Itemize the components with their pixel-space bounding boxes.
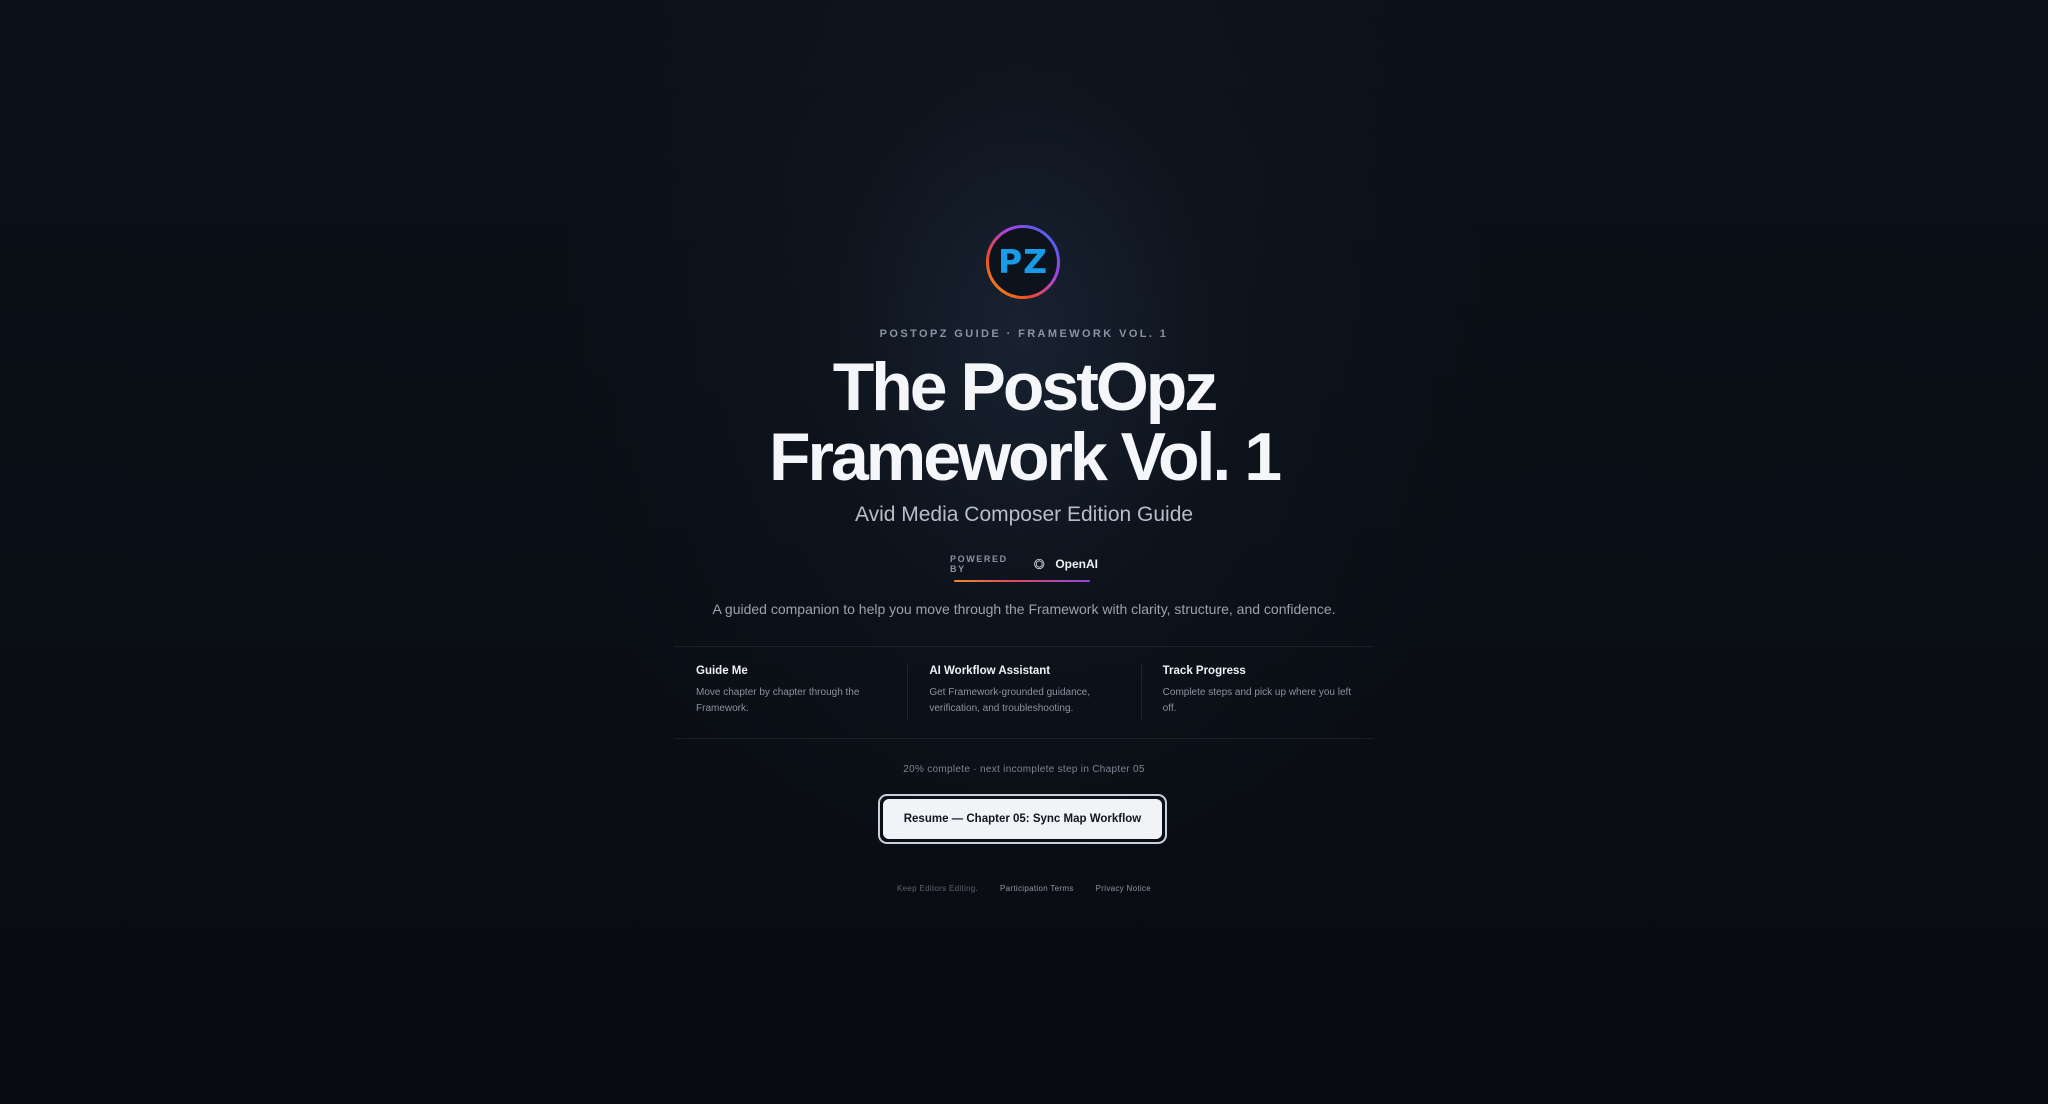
- openai-icon: [1033, 558, 1045, 570]
- powered-by-label: POWERED BY: [950, 554, 1008, 574]
- feature-description: Complete steps and pick up where you lef…: [1162, 687, 1352, 714]
- powered-by: POWERED BY OpenAI: [950, 553, 1098, 575]
- page-title: The PostOpz Framework Vol. 1: [0, 352, 2048, 492]
- resume-button-focus-ring: Resume — Chapter 05: Sync Map Workflow: [878, 794, 1167, 844]
- progress-status: 20% complete · next incomplete step in C…: [903, 764, 1145, 775]
- feature-track-progress: Track Progress Complete steps and pick u…: [1140, 648, 1374, 738]
- feature-description: Move chapter by chapter through the Fram…: [696, 687, 860, 714]
- landing-page: PZ POSTOPZ GUIDE · FRAMEWORK VOL. 1 The …: [0, 0, 2048, 1104]
- eyebrow-label: POSTOPZ GUIDE · FRAMEWORK VOL. 1: [879, 328, 1169, 340]
- feature-title: Track Progress: [1162, 665, 1246, 677]
- page-subtitle: Avid Media Composer Edition Guide: [854, 503, 1194, 526]
- pz-logo: PZ: [985, 224, 1061, 300]
- intro-description: A guided companion to help you move thro…: [712, 601, 1336, 617]
- divider-top: [674, 646, 1374, 647]
- feature-ai-workflow-assistant: AI Workflow Assistant Get Framework-grou…: [907, 648, 1140, 738]
- footer: Keep Editors Editing. Participation Term…: [0, 884, 2048, 893]
- feature-guide-me: Guide Me Move chapter by chapter through…: [674, 648, 907, 738]
- logo-text: PZ: [997, 242, 1049, 281]
- feature-list: Guide Me Move chapter by chapter through…: [674, 648, 1374, 738]
- footer-tagline: Keep Editors Editing.: [897, 884, 979, 893]
- divider-bottom: [674, 738, 1374, 739]
- powered-by-underline: [954, 580, 1090, 582]
- title-line-2: Framework Vol. 1: [768, 419, 1282, 495]
- participation-terms-link[interactable]: Participation Terms: [1000, 884, 1074, 893]
- title-line-1: The PostOpz: [832, 349, 1219, 425]
- resume-button[interactable]: Resume — Chapter 05: Sync Map Workflow: [883, 799, 1162, 839]
- privacy-notice-link[interactable]: Privacy Notice: [1096, 884, 1151, 893]
- feature-description: Get Framework-grounded guidance, verific…: [929, 687, 1090, 714]
- feature-title: Guide Me: [696, 665, 748, 677]
- feature-title: AI Workflow Assistant: [929, 665, 1051, 677]
- openai-name: OpenAI: [1055, 557, 1098, 571]
